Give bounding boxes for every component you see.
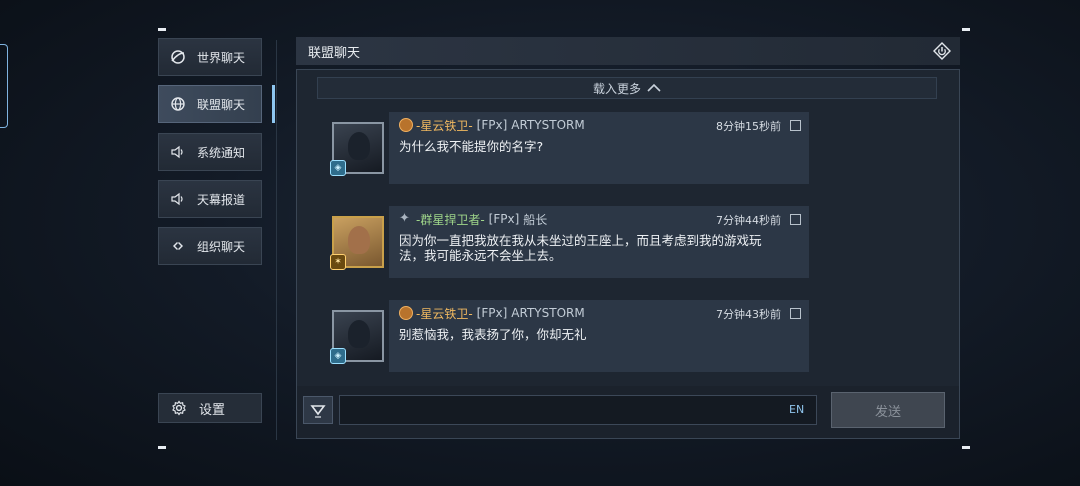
corner-mark xyxy=(158,446,166,449)
chat-message: ◈ -星云铁卫- [FPx] ARTYSTORM 8分钟15秒前 为什么我不能提… xyxy=(327,112,811,184)
settings-button[interactable]: 设置 xyxy=(158,393,262,423)
avatar[interactable]: ✶ xyxy=(330,216,384,270)
gear-icon xyxy=(159,400,199,416)
sidebar-divider xyxy=(276,40,277,440)
sender-name[interactable]: 船长 xyxy=(523,211,547,228)
chat-panel: 载入更多 ◈ -星云铁卫- [FPx] ARTYSTORM 8分钟15秒前 为什… xyxy=(296,69,960,439)
guild-emblem-icon xyxy=(399,306,413,320)
alliance-tag: [FPx] xyxy=(476,118,508,132)
share-icon[interactable] xyxy=(790,120,801,131)
sidebar-item-label: 联盟聊天 xyxy=(197,97,246,112)
speaker-icon xyxy=(159,191,197,207)
message-time: 7分钟43秒前 xyxy=(716,308,781,321)
message-text: 别惹恼我，我表扬了你，你却无礼 xyxy=(399,327,587,342)
message-bubble: -星云铁卫- [FPx] ARTYSTORM 7分钟43秒前 别惹恼我，我表扬了… xyxy=(389,300,809,372)
alliance-tag: [FPx] xyxy=(488,212,520,226)
globe-swirl-icon xyxy=(159,49,197,65)
chat-input[interactable] xyxy=(339,395,817,425)
avatar-portrait xyxy=(348,320,370,348)
rank-badge-icon: ◈ xyxy=(330,348,346,364)
chat-message: ✶ ✦ -群星捍卫者- [FPx] 船长 7分钟44秒前 因为你一直把我放在我从… xyxy=(327,206,811,278)
chat-message: ◈ -星云铁卫- [FPx] ARTYSTORM 7分钟43秒前 别惹恼我，我表… xyxy=(327,300,811,372)
share-icon[interactable] xyxy=(790,308,801,319)
sender-name[interactable]: ARTYSTORM xyxy=(511,306,584,320)
sender-name[interactable]: ARTYSTORM xyxy=(511,118,584,132)
org-icon xyxy=(159,238,197,254)
sidebar-item-alliance-chat[interactable]: 联盟聊天 xyxy=(158,85,275,123)
sidebar-item-system-notice[interactable]: 系统通知 xyxy=(158,133,262,171)
sidebar-item-org-chat[interactable]: 组织聊天 xyxy=(158,227,262,265)
corner-mark xyxy=(158,28,166,31)
avatar-portrait xyxy=(348,132,370,160)
sidebar-item-label: 系统通知 xyxy=(197,145,246,160)
sidebar-item-label: 组织聊天 xyxy=(197,239,246,254)
message-time: 8分钟15秒前 xyxy=(716,120,781,133)
language-toggle[interactable]: EN xyxy=(789,403,804,416)
emoji-toggle-button[interactable] xyxy=(303,396,333,424)
message-text: 为什么我不能提你的名字? xyxy=(399,139,544,154)
side-drawer-handle[interactable] xyxy=(0,44,8,128)
guild-name[interactable]: -群星捍卫者- xyxy=(416,211,485,228)
rank-badge-icon: ◈ xyxy=(330,160,346,176)
guild-name[interactable]: -星云铁卫- xyxy=(416,305,473,322)
sidebar-item-sky-report[interactable]: 天幕报道 xyxy=(158,180,262,218)
triangle-down-icon xyxy=(310,405,326,418)
load-more-button[interactable]: 载入更多 xyxy=(317,77,937,99)
settings-label: 设置 xyxy=(199,402,226,418)
corner-mark xyxy=(962,446,970,449)
speaker-icon xyxy=(159,144,197,160)
chevron-up-icon xyxy=(647,83,661,92)
input-bar: EN 发送 xyxy=(297,386,959,438)
corner-mark xyxy=(962,28,970,31)
share-icon[interactable] xyxy=(790,214,801,225)
message-text: 因为你一直把我放在我从未坐过的王座上，而且考虑到我的游戏玩法，我可能永远不会坐上… xyxy=(399,233,762,263)
message-time: 7分钟44秒前 xyxy=(716,214,781,227)
load-more-label: 载入更多 xyxy=(592,81,641,96)
guild-emblem-icon xyxy=(399,118,413,132)
chat-header: 联盟聊天 xyxy=(296,37,960,65)
message-bubble: -星云铁卫- [FPx] ARTYSTORM 8分钟15秒前 为什么我不能提你的… xyxy=(389,112,809,184)
avatar[interactable]: ◈ xyxy=(330,310,384,364)
guild-name[interactable]: -星云铁卫- xyxy=(416,117,473,134)
sidebar-item-label: 天幕报道 xyxy=(197,192,246,207)
sidebar-item-label: 世界聊天 xyxy=(197,50,246,65)
message-bubble: ✦ -群星捍卫者- [FPx] 船长 7分钟44秒前 因为你一直把我放在我从未坐… xyxy=(389,206,809,278)
star-emblem-icon: ✦ xyxy=(399,211,410,226)
globe-icon xyxy=(159,96,197,112)
sidebar-item-world-chat[interactable]: 世界聊天 xyxy=(158,38,262,76)
rank-badge-icon: ✶ xyxy=(330,254,346,270)
alliance-tag: [FPx] xyxy=(476,306,508,320)
avatar-portrait xyxy=(348,226,370,254)
send-button[interactable]: 发送 xyxy=(831,392,945,428)
avatar[interactable]: ◈ xyxy=(330,122,384,176)
power-icon[interactable] xyxy=(932,41,952,65)
page-title: 联盟聊天 xyxy=(308,45,361,61)
